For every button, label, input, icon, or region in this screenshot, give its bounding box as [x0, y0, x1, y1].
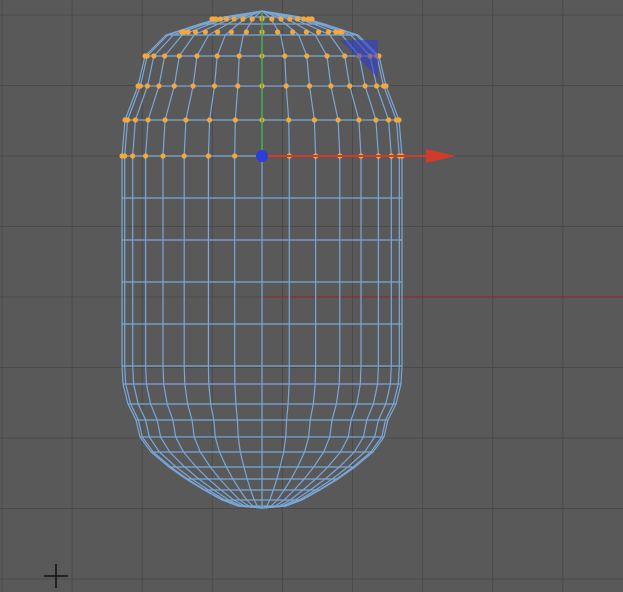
selected-point [194, 53, 200, 59]
selected-point [202, 29, 208, 35]
selected-point [231, 16, 237, 22]
selected-point [309, 16, 315, 22]
selected-point [160, 153, 166, 159]
selected-point [356, 117, 362, 123]
selected-point [342, 53, 348, 59]
selected-point [207, 117, 213, 123]
selected-point [145, 117, 151, 123]
viewport-canvas[interactable] [0, 0, 623, 592]
selected-point [228, 29, 234, 35]
selected-point [373, 117, 379, 123]
selected-point [144, 83, 150, 89]
selected-point [290, 29, 296, 35]
selected-point [386, 117, 392, 123]
selected-point [181, 153, 187, 159]
selected-point [283, 83, 289, 89]
selected-point [213, 16, 219, 22]
selected-point [180, 29, 187, 35]
selected-point [303, 29, 309, 35]
selected-point [269, 16, 275, 22]
selected-point [171, 83, 177, 89]
selected-point [232, 117, 238, 123]
selected-point [383, 83, 389, 89]
selected-point [156, 83, 162, 89]
selected-point [278, 16, 284, 22]
selected-point [304, 53, 310, 59]
crosshair-cursor-icon [44, 564, 68, 588]
selected-point [362, 83, 368, 89]
selected-point [211, 83, 218, 89]
3d-viewport[interactable] [0, 0, 623, 592]
selected-point [176, 53, 182, 59]
selected-point [214, 53, 220, 59]
selected-point [333, 29, 339, 35]
selected-point [137, 83, 143, 89]
selected-point [130, 153, 136, 159]
selected-point [217, 16, 223, 22]
selected-point [125, 117, 131, 123]
selected-point [374, 83, 380, 89]
selected-point [396, 117, 402, 123]
selected-point [294, 16, 300, 22]
selected-point [205, 153, 211, 159]
selected-point [122, 153, 128, 159]
selected-point [224, 16, 230, 22]
selected-point [306, 83, 313, 89]
selected-point [328, 83, 334, 89]
object-pivot-icon[interactable] [256, 150, 268, 162]
selected-point [287, 16, 293, 22]
selected-point [162, 53, 168, 59]
selected-point [143, 153, 149, 159]
selected-point [275, 29, 281, 35]
selected-point [325, 29, 332, 35]
viewport-grid [0, 0, 623, 592]
selected-point [132, 117, 138, 123]
selected-point [243, 29, 249, 35]
selected-point [190, 83, 196, 89]
selected-point [185, 29, 191, 35]
move-x-axis-handle-icon[interactable] [426, 149, 456, 163]
selected-point [286, 117, 292, 123]
selected-point [144, 53, 150, 59]
selected-point [347, 83, 353, 89]
selected-point [335, 117, 341, 123]
selected-point [301, 16, 307, 22]
selected-point [192, 29, 199, 35]
selected-point [162, 117, 168, 123]
selected-point [311, 117, 317, 123]
selected-point [232, 153, 238, 159]
selected-point [183, 117, 189, 123]
selected-point [324, 53, 330, 59]
selected-point [151, 53, 157, 59]
selected-point [235, 83, 241, 89]
selected-point [316, 29, 322, 35]
selected-point [240, 16, 246, 22]
selected-point [282, 53, 288, 59]
selected-point [249, 16, 255, 22]
selected-point [339, 29, 345, 35]
selected-point [236, 53, 242, 59]
selected-point [215, 29, 221, 35]
